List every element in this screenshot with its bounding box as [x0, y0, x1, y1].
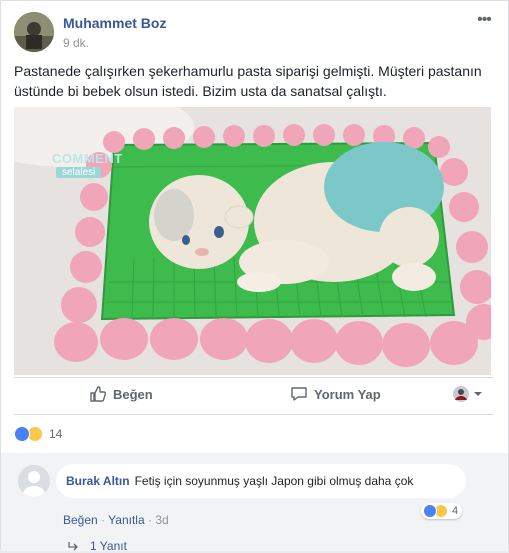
- post-header: Muhammet Boz 9 dk. •••: [14, 12, 494, 52]
- comment-bubble: Burak Altın Fetiş için soyunmuş yaşlı Ja…: [56, 464, 466, 498]
- cake-illustration: [14, 107, 491, 375]
- author-name[interactable]: Muhammet Boz: [63, 15, 166, 31]
- like-reaction-icon: [423, 504, 437, 518]
- reply-arrow-icon: [68, 542, 78, 551]
- comment-meta: Beğen · Yanıtla · 3d: [63, 513, 169, 527]
- reaction-summary[interactable]: 14: [14, 424, 62, 444]
- comment-reactions[interactable]: 4: [421, 503, 463, 519]
- comments-section: Burak Altın Fetiş için soyunmuş yaşlı Ja…: [1, 453, 508, 553]
- comment-like-link[interactable]: Beğen: [63, 513, 98, 527]
- post-photo[interactable]: COMMENT selalesi: [14, 107, 491, 375]
- post-card: Muhammet Boz 9 dk. ••• Pastanede çalışır…: [0, 0, 509, 553]
- comment-timestamp[interactable]: 3d: [155, 513, 168, 527]
- author-avatar[interactable]: [14, 12, 54, 52]
- meta-separator: ·: [147, 513, 152, 527]
- comment-reaction-count: 4: [452, 505, 459, 517]
- meta-separator: ·: [101, 513, 106, 527]
- watermark-title: COMMENT: [52, 151, 123, 166]
- commenter-name[interactable]: Burak Altın: [66, 474, 130, 488]
- reaction-count: 14: [49, 427, 63, 441]
- comment-text: Fetiş için soyunmuş yaşlı Japon gibi olm…: [134, 474, 414, 488]
- post-text: Pastanede çalışırken şekerhamurlu pasta …: [14, 63, 482, 99]
- like-reaction-icon: [14, 426, 30, 442]
- comment-label: Yorum Yap: [314, 386, 381, 402]
- post-actions: Beğen Yorum Yap: [14, 378, 494, 412]
- avatar-dropdown-icon: [453, 386, 482, 402]
- commenter-avatar[interactable]: [18, 465, 50, 497]
- more-options-icon[interactable]: •••: [474, 12, 494, 30]
- comment-button[interactable]: Yorum Yap: [290, 385, 381, 403]
- comment-reply-link[interactable]: Yanıtla: [108, 513, 144, 527]
- thumbs-up-icon: [90, 386, 107, 402]
- speech-bubble-icon: [291, 387, 307, 401]
- watermark-subtitle: selalesi: [56, 167, 102, 178]
- like-button[interactable]: Beğen: [89, 385, 153, 403]
- like-label: Beğen: [113, 386, 153, 402]
- actions-divider-bottom: [14, 414, 494, 415]
- reaction-as-selector[interactable]: [452, 385, 492, 403]
- actions-divider-top: [14, 377, 494, 378]
- post-timestamp[interactable]: 9 dk.: [63, 36, 89, 50]
